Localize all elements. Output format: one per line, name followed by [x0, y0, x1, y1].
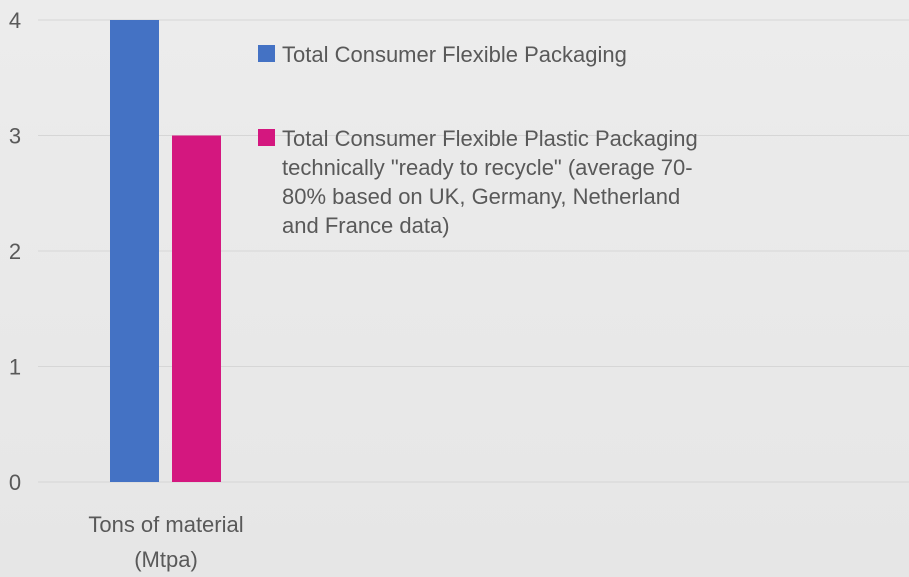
x-category-label-line-2: (Mtpa) [134, 547, 198, 572]
chart-area: 0 1 2 3 4 Tons of material (Mtpa) Total Consu… [0, 0, 909, 577]
y-tick-label-1: 1 [9, 355, 21, 380]
legend-item-series-1: Total Consumer Flexible Packaging [258, 40, 708, 69]
legend-swatch-series-1 [258, 45, 275, 62]
bar-series-1 [110, 20, 159, 482]
x-category-label: Tons of material (Mtpa) [88, 512, 243, 572]
x-category-label-line-1: Tons of material [88, 512, 243, 537]
y-axis-ticks: 0 1 2 3 4 [9, 8, 21, 495]
legend-swatch-series-2 [258, 129, 275, 146]
y-tick-label-2: 2 [9, 239, 21, 264]
legend-label-series-2: Total Consumer Flexible Plastic Packagin… [282, 126, 698, 238]
legend: Total Consumer Flexible Packaging Total … [258, 40, 708, 240]
y-tick-label-0: 0 [9, 470, 21, 495]
bar-series-2 [172, 135, 221, 482]
y-tick-label-3: 3 [9, 124, 21, 149]
x-axis-categories: Tons of material (Mtpa) [88, 512, 243, 572]
legend-item-series-2: Total Consumer Flexible Plastic Packagin… [258, 124, 708, 240]
y-tick-label-4: 4 [9, 8, 21, 33]
legend-label-series-1: Total Consumer Flexible Packaging [282, 42, 627, 67]
